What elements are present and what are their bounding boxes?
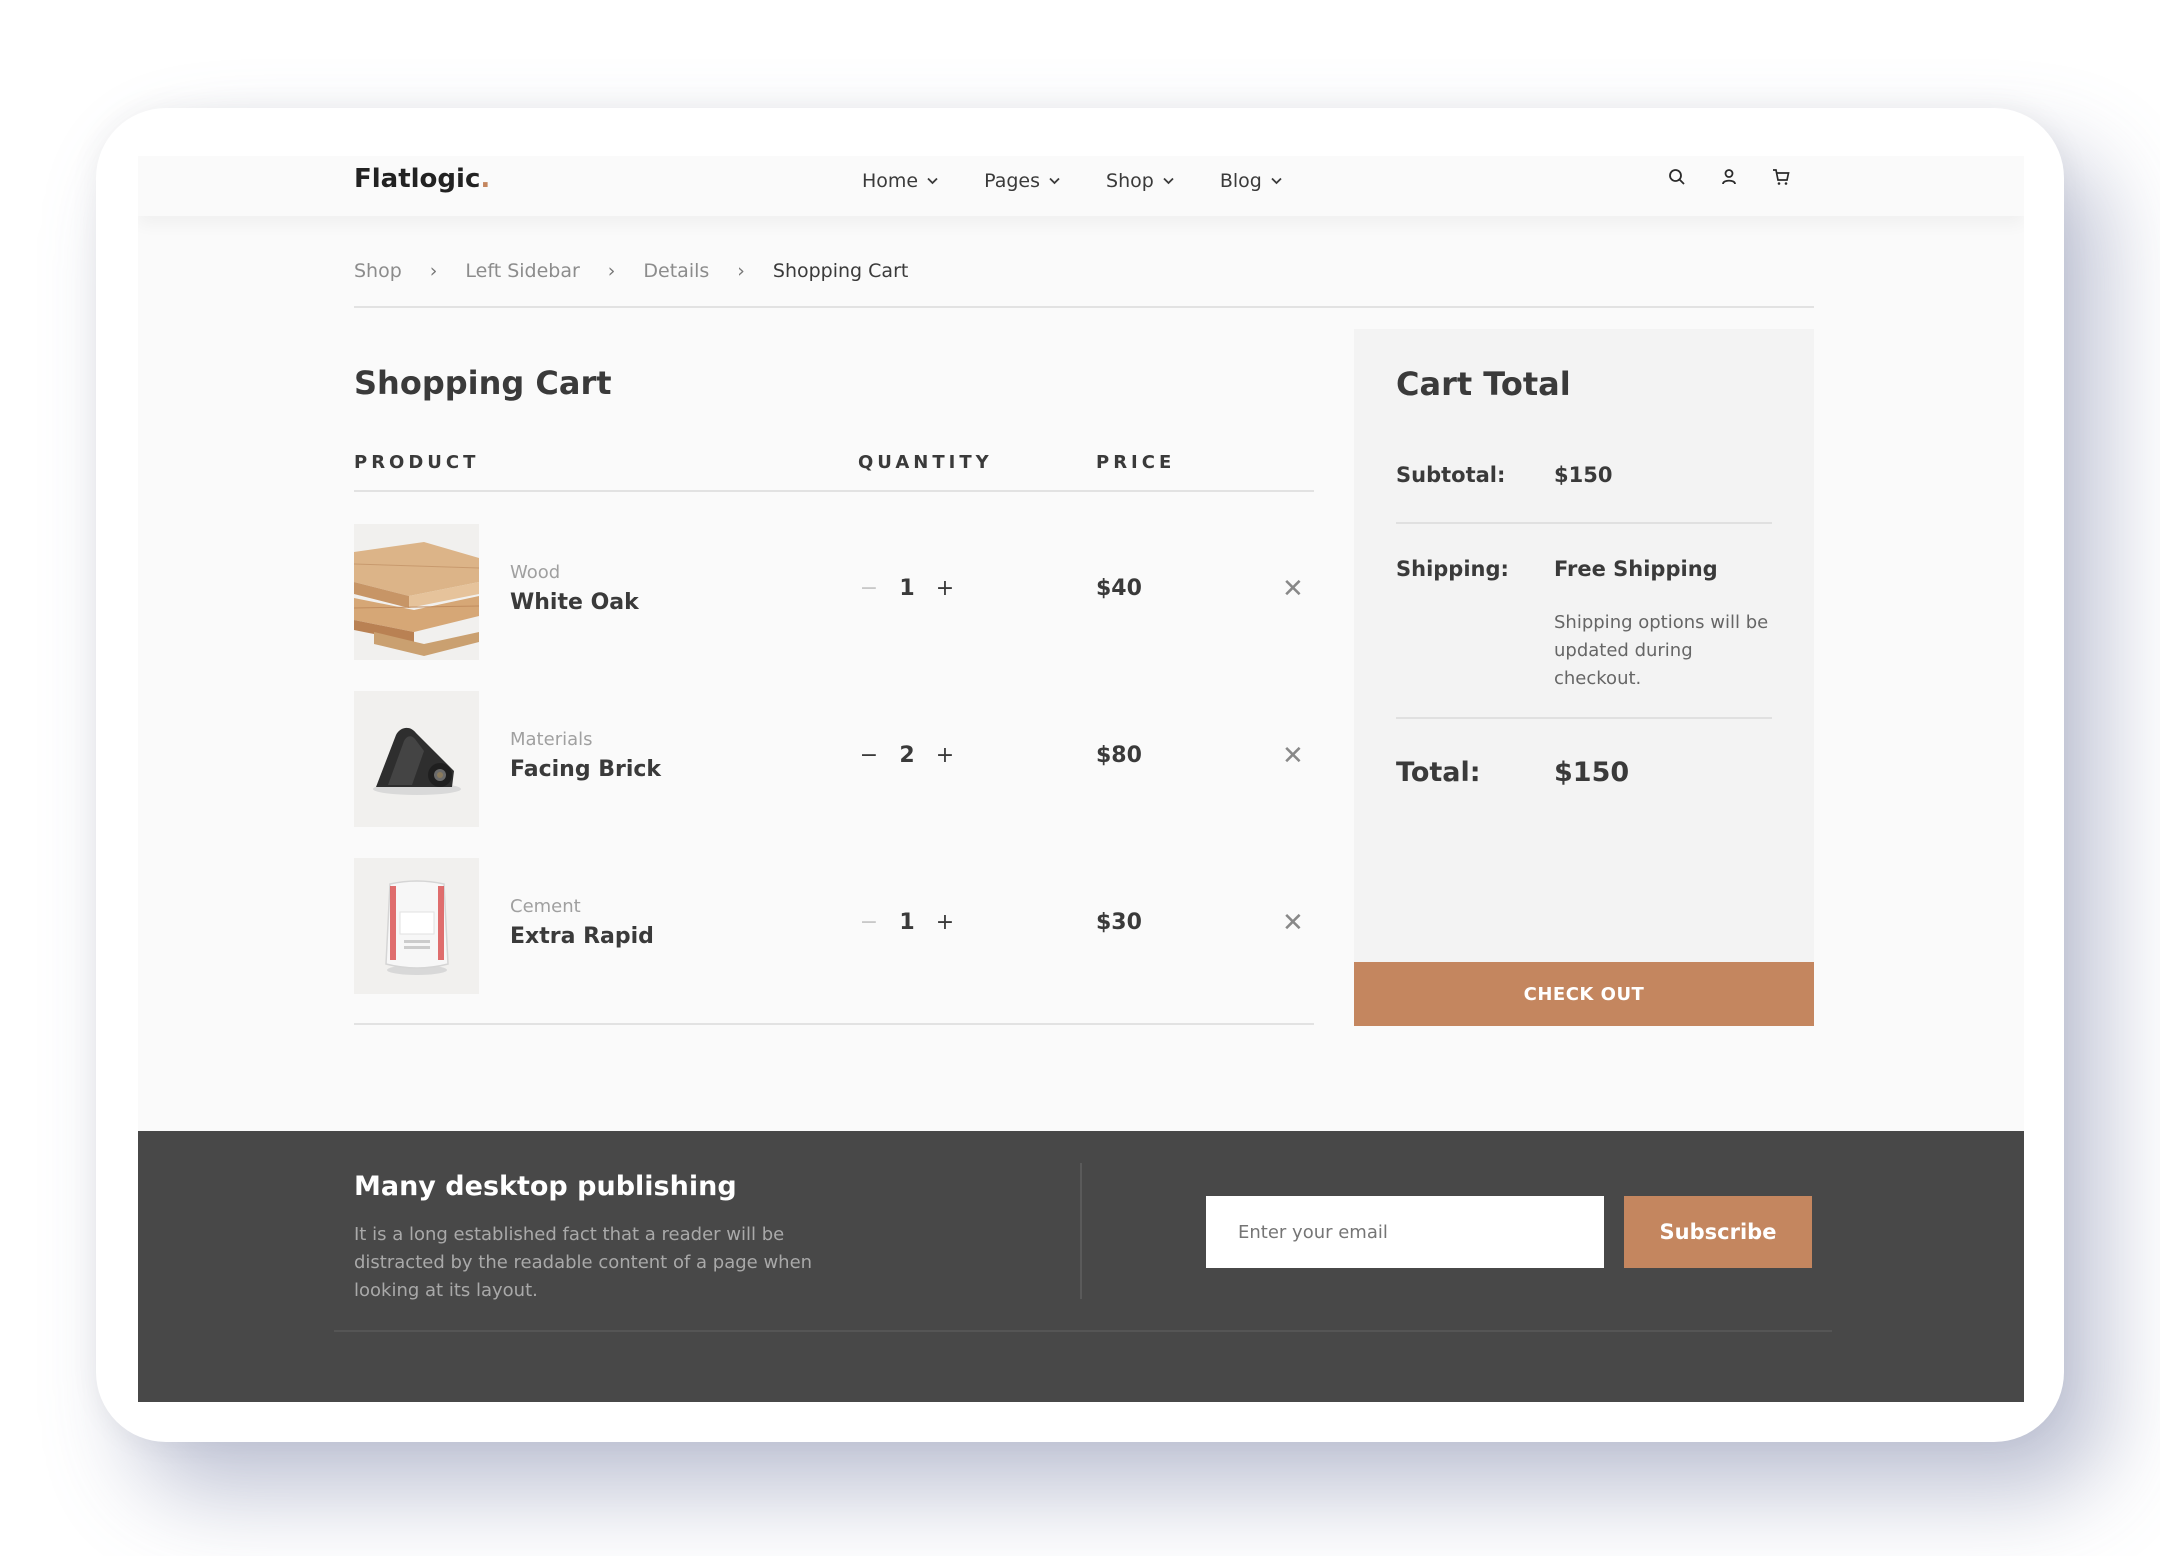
minus-icon[interactable]: −: [858, 910, 880, 935]
product-price: $80: [1096, 743, 1142, 768]
breadcrumb-current: Shopping Cart: [772, 260, 909, 282]
shipping-note: Shipping options will be updated during …: [1554, 612, 1769, 689]
breadcrumb-separator: ›: [429, 260, 438, 282]
quantity-stepper: − 1 +: [858, 910, 956, 935]
logo-text: Flatlogic: [354, 164, 481, 194]
chevron-down-icon: [1271, 174, 1282, 188]
quantity-value: 1: [899, 910, 915, 935]
breadcrumb: Shop › Left Sidebar › Details › Shopping…: [354, 260, 908, 282]
minus-icon[interactable]: −: [858, 743, 880, 768]
product-category: Cement: [510, 896, 581, 917]
total-value: $150: [1554, 757, 1630, 788]
summary-divider: [1396, 522, 1772, 524]
main-nav: Home Pages Shop Blog: [862, 170, 1328, 192]
logo[interactable]: Flatlogic.: [354, 164, 490, 194]
nav-item-label: Home: [862, 170, 919, 192]
wood-planks-image[interactable]: [354, 524, 479, 660]
table-footer-divider: [354, 1023, 1314, 1025]
shipping-value: Free Shipping: [1554, 557, 1718, 581]
nav-item-home[interactable]: Home: [862, 170, 938, 192]
footer-divider: [1080, 1163, 1082, 1299]
header-icons: [1668, 168, 1790, 186]
breadcrumb-separator: ›: [607, 260, 616, 282]
quantity-stepper: − 1 +: [858, 576, 956, 601]
total-label: Total:: [1396, 757, 1481, 788]
cart-icon[interactable]: [1772, 168, 1790, 186]
nav-item-label: Pages: [984, 170, 1041, 192]
nav-item-shop[interactable]: Shop: [1106, 170, 1174, 192]
plus-icon[interactable]: +: [934, 743, 956, 768]
nav-item-label: Shop: [1106, 170, 1154, 192]
site-header: Flatlogic. Home Pages Shop Blog: [138, 156, 2024, 216]
page-title: Shopping Cart: [354, 364, 612, 402]
nav-item-pages[interactable]: Pages: [984, 170, 1060, 192]
user-icon[interactable]: [1720, 168, 1738, 186]
breadcrumb-item-details[interactable]: Details: [643, 260, 709, 282]
shipping-label: Shipping:: [1396, 557, 1509, 581]
quantity-stepper: − 2 +: [858, 743, 956, 768]
chevron-down-icon: [1163, 174, 1174, 188]
close-icon[interactable]: ✕: [1282, 908, 1304, 938]
subtotal-label: Subtotal:: [1396, 463, 1506, 487]
newsletter-footer: Many desktop publishing It is a long est…: [138, 1131, 2024, 1402]
rubber-roll-image[interactable]: [354, 691, 479, 827]
column-header-price: PRICE: [1096, 452, 1176, 473]
quantity-value: 1: [899, 576, 915, 601]
product-price: $30: [1096, 910, 1142, 935]
breadcrumb-divider: [354, 306, 1814, 308]
product-price: $40: [1096, 576, 1142, 601]
table-header-divider: [354, 490, 1314, 492]
product-category: Materials: [510, 729, 593, 750]
breadcrumb-item-shop[interactable]: Shop: [354, 260, 402, 282]
email-input[interactable]: [1206, 1196, 1604, 1268]
cart-row: Cement Extra Rapid − 1 + $30 ✕: [354, 858, 1314, 994]
chevron-down-icon: [1049, 174, 1060, 188]
cart-row: Materials Facing Brick − 2 + $80 ✕: [354, 691, 1314, 827]
breadcrumb-separator: ›: [737, 260, 745, 282]
footer-title: Many desktop publishing: [354, 1171, 737, 1202]
product-name[interactable]: White Oak: [510, 590, 639, 615]
search-icon[interactable]: [1668, 168, 1686, 186]
quantity-value: 2: [899, 743, 915, 768]
plus-icon[interactable]: +: [934, 576, 956, 601]
column-header-product: PRODUCT: [354, 452, 480, 473]
close-icon[interactable]: ✕: [1282, 741, 1304, 771]
minus-icon[interactable]: −: [858, 576, 880, 601]
page-screen: Flatlogic. Home Pages Shop Blog Shop › L…: [138, 156, 2024, 1402]
logo-dot: .: [480, 164, 491, 194]
product-name[interactable]: Extra Rapid: [510, 924, 654, 949]
cart-total-panel: Cart Total Subtotal: $150 Shipping: Free…: [1354, 329, 1814, 1026]
footer-bottom-divider: [334, 1330, 1832, 1332]
chevron-down-icon: [927, 174, 938, 188]
column-header-quantity: QUANTITY: [858, 452, 993, 473]
cart-total-title: Cart Total: [1396, 365, 1571, 403]
nav-item-label: Blog: [1219, 170, 1262, 192]
nav-item-blog[interactable]: Blog: [1220, 170, 1282, 192]
cement-bag-image[interactable]: [354, 858, 479, 994]
summary-divider: [1396, 717, 1772, 719]
plus-icon[interactable]: +: [934, 910, 956, 935]
product-name[interactable]: Facing Brick: [510, 757, 661, 782]
product-category: Wood: [510, 562, 561, 583]
breadcrumb-item-left-sidebar[interactable]: Left Sidebar: [465, 260, 579, 282]
subscribe-button[interactable]: Subscribe: [1624, 1196, 1812, 1268]
subtotal-value: $150: [1554, 463, 1613, 487]
checkout-button[interactable]: CHECK OUT: [1354, 962, 1814, 1026]
cart-row: Wood White Oak − 1 + $40 ✕: [354, 524, 1314, 660]
footer-text: It is a long established fact that a rea…: [354, 1224, 813, 1301]
close-icon[interactable]: ✕: [1282, 574, 1304, 604]
